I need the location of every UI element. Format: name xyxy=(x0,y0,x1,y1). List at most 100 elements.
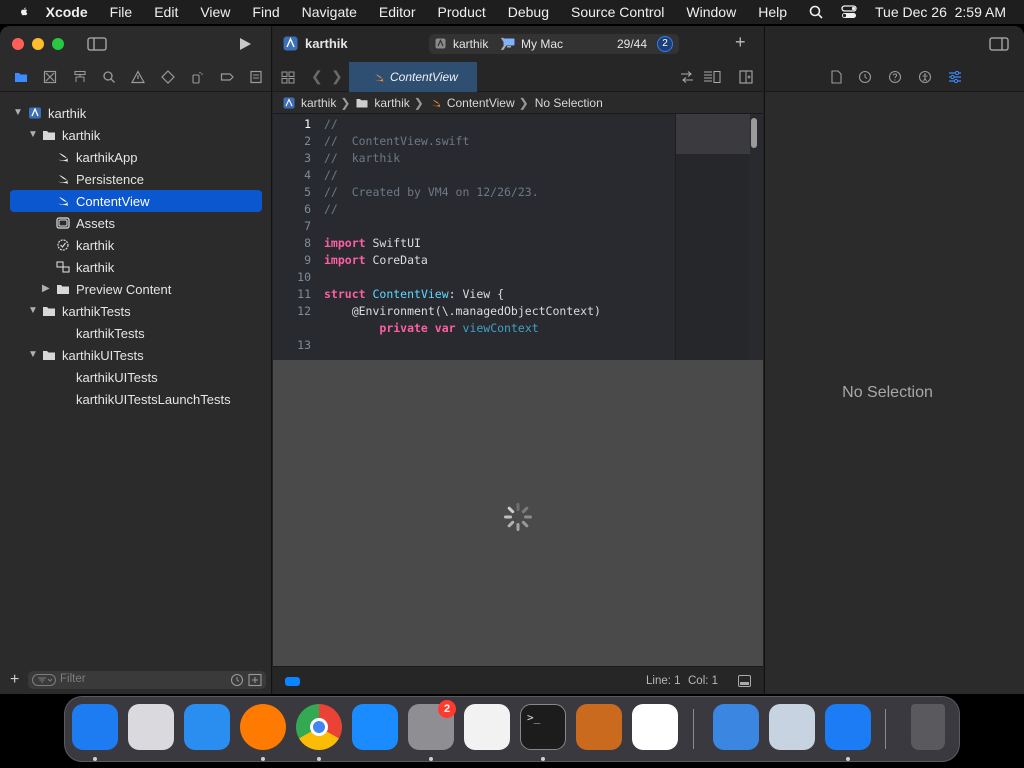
menu-source-control[interactable]: Source Control xyxy=(571,4,664,20)
attributes-inspector-icon[interactable] xyxy=(948,70,962,84)
jumpbar-project[interactable]: karthik xyxy=(301,96,336,110)
add-file-button[interactable]: + xyxy=(10,671,19,689)
breakpoint-navigator-tab[interactable] xyxy=(212,65,241,89)
report-navigator-tab[interactable] xyxy=(242,65,271,89)
add-tab-button[interactable]: + xyxy=(735,32,746,53)
code-line[interactable]: 7 xyxy=(273,218,673,235)
launchpad-icon[interactable] xyxy=(128,704,174,750)
code-line[interactable]: 2 // ContentView.swift xyxy=(273,133,673,150)
firefox-icon[interactable] xyxy=(240,704,286,750)
weather-icon[interactable] xyxy=(713,704,759,750)
tree-row-group[interactable]: ▼ karthikUITests xyxy=(0,344,272,366)
tab-contentview[interactable]: ContentView xyxy=(349,62,477,92)
recent-files-icon[interactable] xyxy=(230,673,244,687)
tree-row-file[interactable]: karthikUITests xyxy=(0,366,272,388)
tree-row-group[interactable]: ▼ karthik xyxy=(0,124,272,146)
scheme-label[interactable]: karthik xyxy=(453,37,488,51)
menu-debug[interactable]: Debug xyxy=(508,4,549,20)
menu-file[interactable]: File xyxy=(110,4,133,20)
spotlight-search-icon[interactable] xyxy=(809,5,823,19)
code-line[interactable]: 6 // xyxy=(273,201,673,218)
forward-arrow-icon[interactable]: ❯ xyxy=(331,68,343,85)
tree-row-group[interactable]: ▼ karthikTests xyxy=(0,300,272,322)
control-center-icon[interactable] xyxy=(841,5,857,19)
source-control-navigator-tab[interactable] xyxy=(35,65,64,89)
test-navigator-tab[interactable] xyxy=(153,65,182,89)
preview-canvas[interactable] xyxy=(273,360,763,666)
tree-row-file-selected[interactable]: ContentView xyxy=(10,190,262,212)
source-control-filter-icon[interactable] xyxy=(248,673,262,687)
code-line[interactable]: 4 // xyxy=(273,167,673,184)
scheme-selector[interactable]: karthik ❯ My Mac 29/44 2 xyxy=(429,34,679,54)
code-line[interactable]: 1 // xyxy=(273,116,673,133)
menu-product[interactable]: Product xyxy=(438,4,486,20)
tree-row-file[interactable]: karthikTests xyxy=(0,322,272,344)
trash-icon[interactable] xyxy=(911,704,945,750)
source-code-editor[interactable]: 1 // 2 // ContentView.swift 3 // karthik 4 // 5 /… xyxy=(273,114,763,360)
code-review-icon[interactable] xyxy=(680,71,694,83)
textedit-icon[interactable] xyxy=(464,704,510,750)
code-line[interactable]: 3 // karthik xyxy=(273,150,673,167)
code-line[interactable]: 9 import CoreData xyxy=(273,252,673,269)
minimize-window-button[interactable] xyxy=(32,38,44,50)
menu-navigate[interactable]: Navigate xyxy=(302,4,357,20)
filter-input[interactable]: Filter xyxy=(28,671,266,689)
clock[interactable]: Tue Dec 26 2:59 AM xyxy=(875,4,1006,20)
disclosure-open-icon[interactable]: ▼ xyxy=(28,306,38,316)
code-line[interactable]: 11 struct ContentView: View { xyxy=(273,286,673,303)
minimap[interactable] xyxy=(675,114,750,360)
find-navigator-tab[interactable] xyxy=(94,65,123,89)
debug-navigator-tab[interactable] xyxy=(183,65,212,89)
project-navigator-tab[interactable] xyxy=(6,65,35,89)
toggle-debug-area-icon[interactable] xyxy=(738,675,751,687)
back-arrow-icon[interactable]: ❮ xyxy=(311,68,323,85)
disclosure-open-icon[interactable]: ▼ xyxy=(13,108,23,118)
menu-find[interactable]: Find xyxy=(252,4,279,20)
disclosure-open-icon[interactable]: ▼ xyxy=(28,350,38,360)
tree-row-file[interactable]: Assets xyxy=(0,212,272,234)
minimap-visible-region[interactable] xyxy=(676,114,750,154)
issue-count-badge[interactable]: 2 xyxy=(657,36,673,52)
file-inspector-icon[interactable] xyxy=(829,70,843,84)
menu-window[interactable]: Window xyxy=(686,4,736,20)
menu-view[interactable]: View xyxy=(200,4,230,20)
vertical-scrollbar[interactable] xyxy=(751,118,757,148)
accessibility-inspector-icon[interactable] xyxy=(918,70,932,84)
chrome-icon[interactable] xyxy=(296,704,342,750)
app-store-icon[interactable] xyxy=(352,704,398,750)
code-line[interactable]: 13 xyxy=(273,337,673,354)
menu-edit[interactable]: Edit xyxy=(154,4,178,20)
symbol-navigator-tab[interactable] xyxy=(65,65,94,89)
jumpbar-group[interactable]: karthik xyxy=(374,96,409,110)
menu-help[interactable]: Help xyxy=(758,4,787,20)
terminal-icon[interactable]: >_ xyxy=(520,704,566,750)
jumpbar-selection[interactable]: No Selection xyxy=(535,96,603,110)
toggle-navigator-icon[interactable] xyxy=(87,37,107,51)
safari-icon[interactable] xyxy=(184,704,230,750)
code-line[interactable]: private var viewContext xyxy=(273,320,673,337)
disclosure-open-icon[interactable]: ▼ xyxy=(28,130,38,140)
editor-options-icon[interactable] xyxy=(703,71,721,83)
related-items-icon[interactable] xyxy=(281,71,295,84)
tree-row-file[interactable]: karthik xyxy=(0,234,272,256)
disclosure-closed-icon[interactable]: ▶ xyxy=(42,284,52,294)
code-line[interactable]: 12 @Environment(\.managedObjectContext) xyxy=(273,303,673,320)
finder-icon[interactable] xyxy=(72,704,118,750)
tree-row-file[interactable]: Persistence xyxy=(0,168,272,190)
menu-app-name[interactable]: Xcode xyxy=(46,4,88,20)
destination-label[interactable]: My Mac xyxy=(521,37,563,51)
apple-menu-icon[interactable] xyxy=(18,4,30,20)
xcode-icon[interactable] xyxy=(825,704,871,750)
issue-navigator-tab[interactable] xyxy=(124,65,153,89)
jumpbar-file[interactable]: ContentView xyxy=(447,96,515,110)
code-line[interactable]: 5 // Created by VM4 on 12/26/23. xyxy=(273,184,673,201)
menu-editor[interactable]: Editor xyxy=(379,4,416,20)
toggle-inspector-icon[interactable] xyxy=(989,37,1009,51)
preview-toggle-button[interactable] xyxy=(285,677,300,686)
system-settings-icon[interactable]: 2 xyxy=(408,700,456,750)
close-window-button[interactable] xyxy=(12,38,24,50)
code-line[interactable]: 8 import SwiftUI xyxy=(273,235,673,252)
preview-icon[interactable] xyxy=(769,704,815,750)
quick-help-icon[interactable] xyxy=(888,70,902,84)
split-editor-icon[interactable] xyxy=(739,70,753,84)
